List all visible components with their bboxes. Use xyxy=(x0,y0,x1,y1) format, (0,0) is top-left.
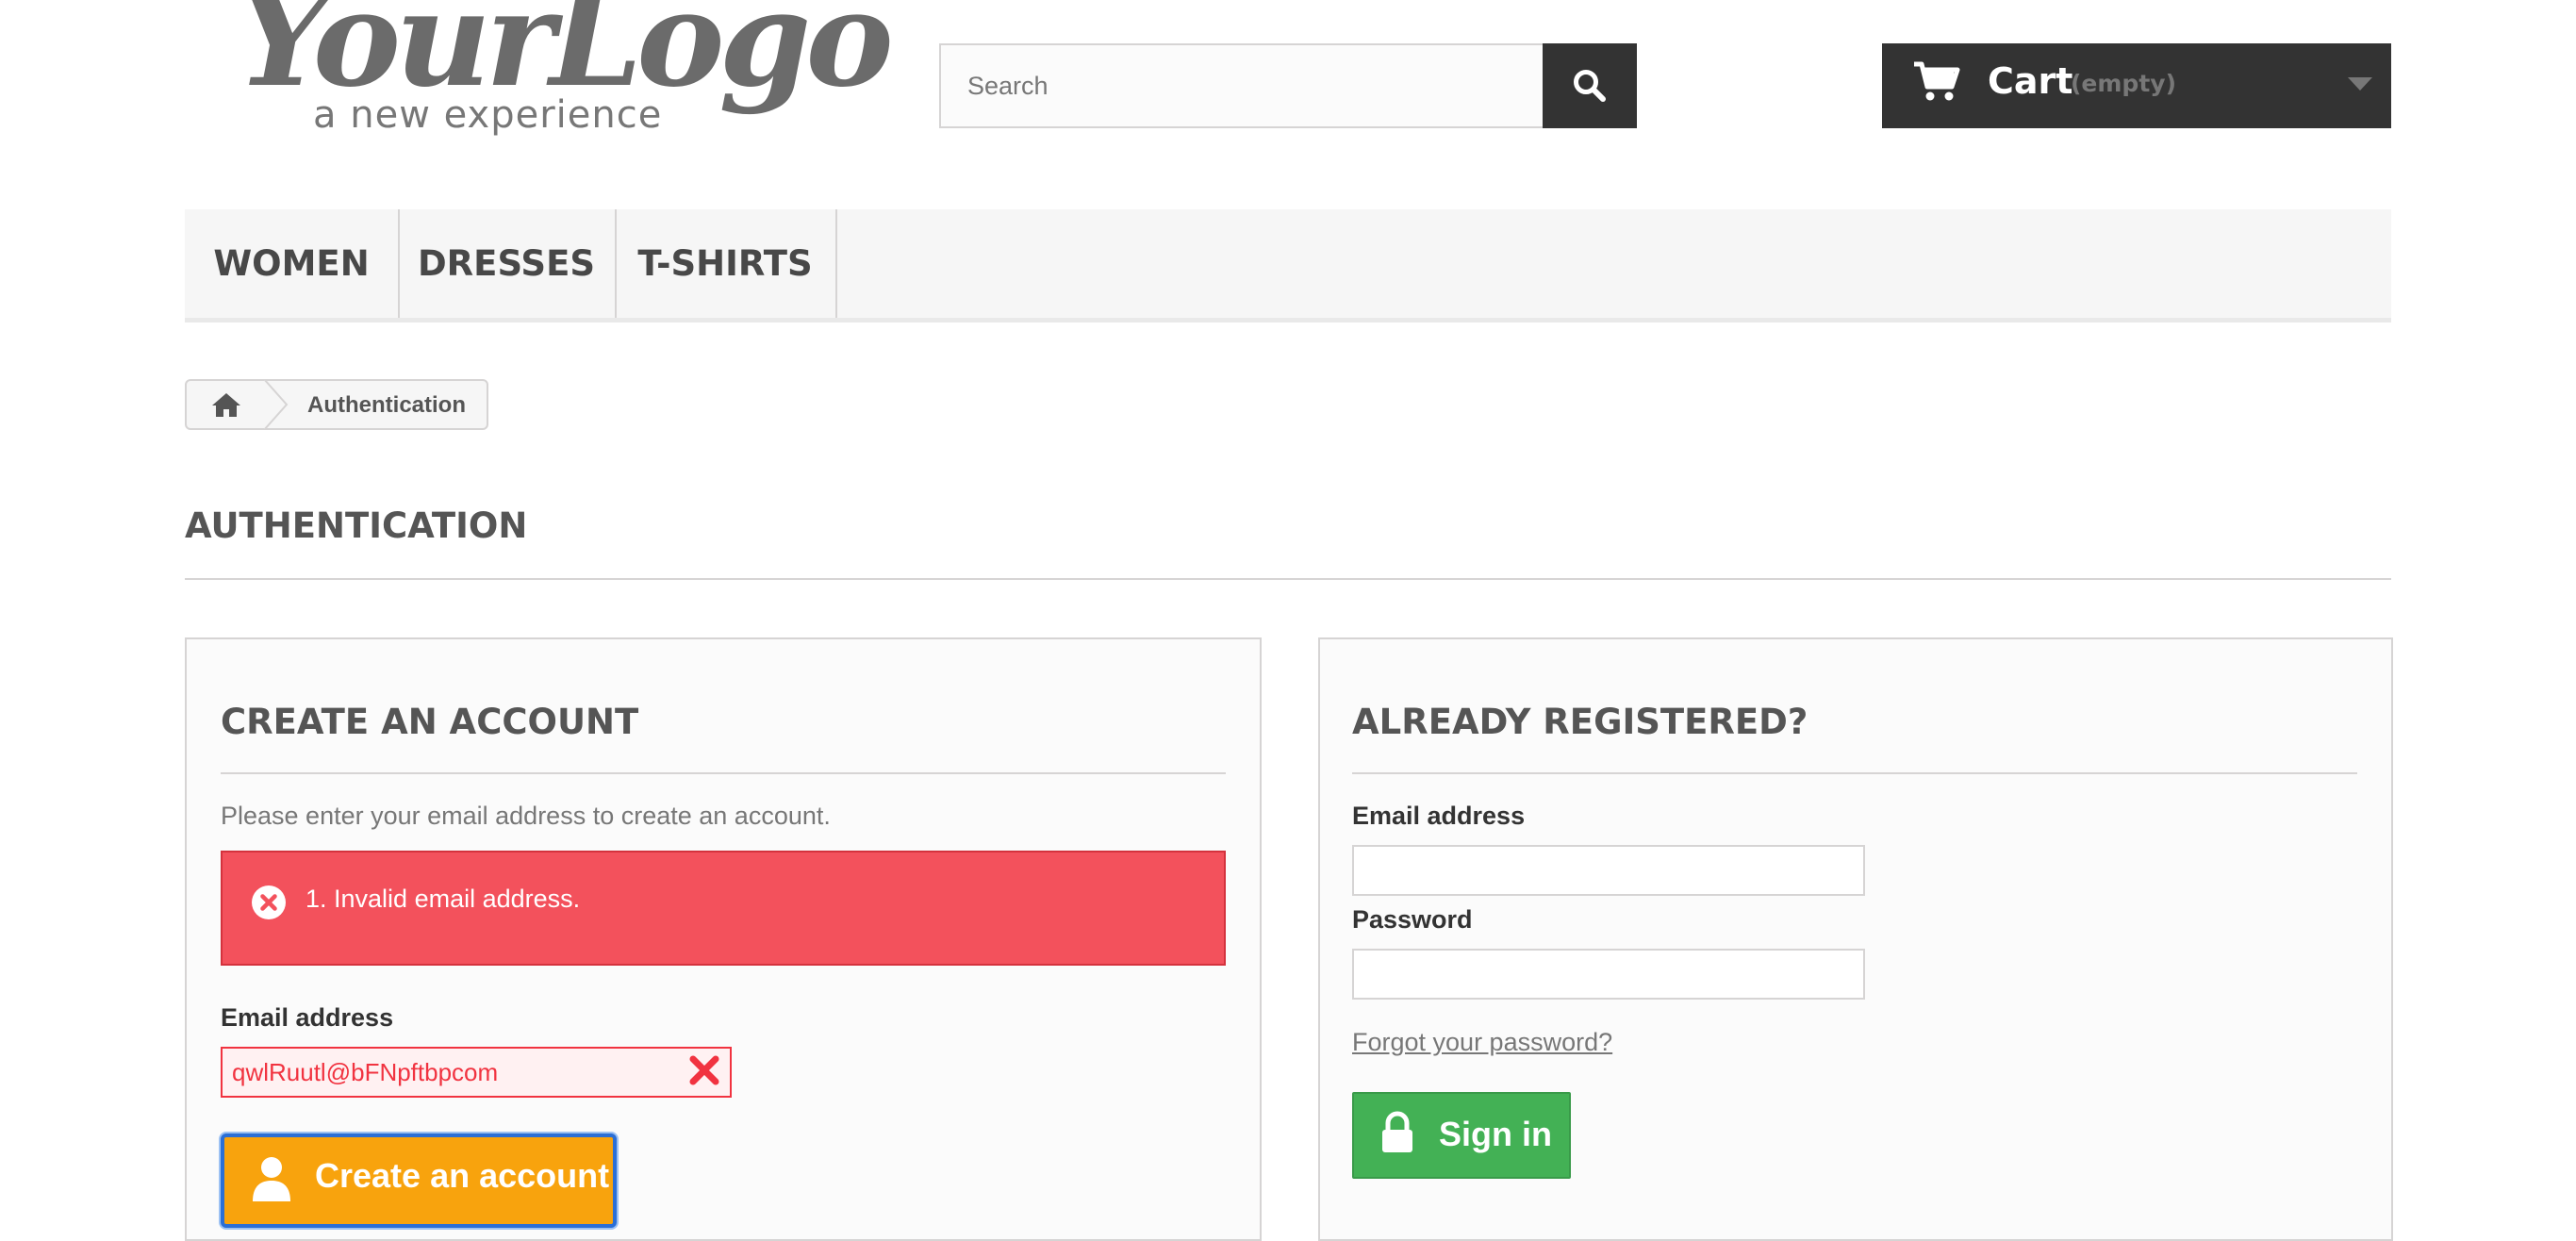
cart-button[interactable]: Cart (empty) xyxy=(1882,43,2391,128)
login-password-label: Password xyxy=(1352,905,1473,934)
create-account-divider xyxy=(221,772,1226,774)
create-account-instructions: Please enter your email address to creat… xyxy=(221,802,831,830)
menu-item-dresses[interactable]: DRESSES xyxy=(398,209,617,318)
login-email-label: Email address xyxy=(1352,802,1526,830)
breadcrumb-home[interactable] xyxy=(187,381,266,428)
menu-item-tshirts[interactable]: T-SHIRTS xyxy=(615,209,837,318)
error-icon xyxy=(252,885,286,919)
error-alert: 1. Invalid email address. xyxy=(221,851,1226,966)
logo-tagline: a new experience xyxy=(313,93,663,137)
create-email-label: Email address xyxy=(221,1003,394,1032)
breadcrumb-separator xyxy=(263,379,289,430)
search-input[interactable] xyxy=(939,43,1544,128)
logo[interactable]: YourLogo xyxy=(236,0,894,106)
login-password-input[interactable] xyxy=(1352,949,1865,1000)
home-icon xyxy=(212,393,240,417)
login-email-input[interactable] xyxy=(1352,845,1865,896)
sign-in-button-label: Sign in xyxy=(1439,1115,1552,1153)
menu-item-women[interactable]: WOMEN xyxy=(185,209,400,318)
cart-label: Cart xyxy=(1988,60,2073,102)
search-icon xyxy=(1574,70,1606,102)
create-email-input[interactable] xyxy=(221,1047,732,1098)
user-icon xyxy=(253,1157,290,1201)
already-registered-title: ALREADY REGISTERED? xyxy=(1352,702,1808,742)
already-registered-divider xyxy=(1352,772,2357,774)
create-account-button[interactable]: Create an account xyxy=(221,1133,617,1228)
forgot-password-link[interactable]: Forgot your password? xyxy=(1352,1028,1612,1057)
breadcrumb-current: Authentication xyxy=(307,392,466,418)
lock-icon xyxy=(1382,1111,1412,1152)
page-title-divider xyxy=(185,578,2391,580)
cart-quantity: (empty) xyxy=(2071,70,2176,97)
breadcrumb: Authentication xyxy=(185,379,488,430)
error-message: 1. Invalid email address. xyxy=(305,885,581,913)
shopping-cart-icon xyxy=(1914,61,1960,101)
invalid-field-x-icon xyxy=(689,1055,719,1085)
page-title: AUTHENTICATION xyxy=(185,505,528,546)
search-button[interactable] xyxy=(1543,43,1637,128)
create-account-button-label: Create an account xyxy=(315,1156,610,1195)
sign-in-button[interactable]: Sign in xyxy=(1352,1092,1571,1179)
top-menu: WOMEN DRESSES T-SHIRTS xyxy=(185,209,2391,323)
create-account-title: CREATE AN ACCOUNT xyxy=(221,702,639,742)
caret-down-icon xyxy=(2348,77,2372,91)
